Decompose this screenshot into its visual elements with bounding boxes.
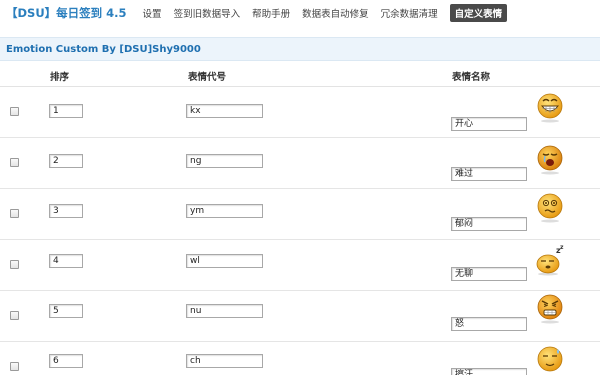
row-checkbox[interactable] bbox=[10, 107, 19, 116]
bored-sleepy-icon: z z bbox=[536, 244, 564, 276]
table-row: 4 wl 无聊 z z bbox=[0, 240, 600, 291]
table-row: 3 ym 郁闷 bbox=[0, 189, 600, 240]
order-input[interactable]: 3 bbox=[49, 204, 83, 218]
order-input[interactable]: 5 bbox=[49, 304, 83, 318]
code-input[interactable]: ng bbox=[186, 154, 263, 168]
nav-help-manual-link[interactable]: 帮助手册 bbox=[252, 6, 290, 20]
section-header: Emotion Custom By [DSU]Shy9000 bbox=[0, 37, 600, 61]
happy-grin-icon bbox=[537, 93, 563, 123]
sweat-icon bbox=[537, 346, 563, 372]
nav-custom-emotion-tab[interactable]: 自定义表情 bbox=[449, 4, 508, 22]
name-input[interactable]: 无聊 bbox=[451, 267, 527, 281]
order-input[interactable]: 2 bbox=[49, 154, 83, 168]
name-input[interactable]: 难过 bbox=[451, 167, 527, 181]
column-header-code: 表情代号 bbox=[188, 72, 227, 83]
row-checkbox[interactable] bbox=[10, 362, 19, 371]
row-checkbox[interactable] bbox=[10, 260, 19, 269]
section-title: Emotion Custom By [DSU]Shy9000 bbox=[6, 43, 201, 55]
nav-redundant-cleanup-link[interactable]: 冗余数据清理 bbox=[381, 6, 438, 20]
nav-import-old-data-link[interactable]: 签到旧数据导入 bbox=[174, 6, 241, 20]
column-header-name: 表情名称 bbox=[452, 72, 491, 83]
table-row: 1 kx 开心 bbox=[0, 87, 600, 138]
table-row: 2 ng 难过 bbox=[0, 138, 600, 189]
name-input[interactable]: 开心 bbox=[451, 117, 527, 131]
code-input[interactable]: kx bbox=[186, 104, 263, 118]
row-checkbox[interactable] bbox=[10, 158, 19, 167]
code-input[interactable]: ym bbox=[186, 204, 263, 218]
name-input[interactable]: 怒 bbox=[451, 317, 527, 331]
angry-icon bbox=[537, 294, 563, 324]
order-input[interactable]: 1 bbox=[49, 104, 83, 118]
plugin-version: 4.5 bbox=[106, 6, 127, 20]
nav-settings-link[interactable]: 设置 bbox=[143, 6, 162, 20]
code-input[interactable]: wl bbox=[186, 254, 263, 268]
row-checkbox[interactable] bbox=[10, 311, 19, 320]
sad-crying-icon bbox=[537, 145, 563, 175]
order-input[interactable]: 6 bbox=[49, 354, 83, 368]
svg-text:z: z bbox=[560, 244, 564, 251]
table-row: 6 ch 擦汗 bbox=[0, 342, 600, 375]
row-checkbox[interactable] bbox=[10, 209, 19, 218]
column-header-order: 排序 bbox=[50, 72, 70, 83]
nav-table-repair-link[interactable]: 数据表自动修复 bbox=[302, 6, 369, 20]
plugin-brand: 【DSU】每日签到 4.5 bbox=[6, 5, 127, 21]
order-input[interactable]: 4 bbox=[49, 254, 83, 268]
code-input[interactable]: ch bbox=[186, 354, 263, 368]
dizzy-depressed-icon bbox=[537, 193, 563, 223]
name-input[interactable]: 擦汗 bbox=[451, 368, 527, 375]
plugin-name: 【DSU】每日签到 bbox=[6, 6, 103, 20]
code-input[interactable]: nu bbox=[186, 304, 263, 318]
top-navigation: 【DSU】每日签到 4.5 设置 签到旧数据导入 帮助手册 数据表自动修复 冗余数… bbox=[0, 0, 600, 26]
table-row: 5 nu 怒 bbox=[0, 291, 600, 342]
name-input[interactable]: 郁闷 bbox=[451, 217, 527, 231]
